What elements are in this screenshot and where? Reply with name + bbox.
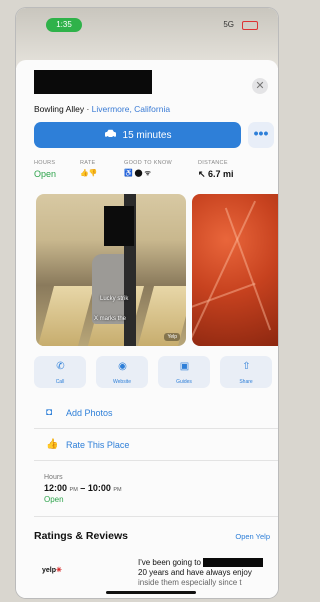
review-text-1: I've been going to	[138, 558, 201, 567]
call-button[interactable]: ✆ Call	[34, 356, 86, 388]
stat-good-to-know[interactable]: GOOD TO KNOW ♿ ⬤ ᯤ	[124, 160, 172, 178]
lane-graphic	[37, 286, 95, 346]
photo-bowling[interactable]: Lucky strik X marks the Yelp	[36, 194, 186, 346]
phone-screen: 1:35 5G ✕ Bowling Alley · Livermore, Cal…	[16, 8, 278, 598]
guides-label: Guides	[176, 379, 192, 385]
close-button[interactable]: ✕	[252, 78, 268, 94]
directions-label: 15 minutes	[122, 129, 172, 141]
texture-line	[224, 207, 272, 331]
share-button[interactable]: ⇧ Share	[220, 356, 272, 388]
stat-distance-value: ↖ 6.7 mi	[198, 169, 234, 179]
rate-place-row[interactable]: 👍 Rate This Place	[46, 439, 130, 451]
divider	[34, 516, 278, 517]
guides-button[interactable]: ▣ Guides	[158, 356, 210, 388]
open-time: 12:00	[44, 483, 68, 493]
redacted-review-name	[203, 558, 264, 568]
home-indicator	[106, 591, 196, 594]
directions-button[interactable]: 15 minutes	[34, 122, 241, 148]
add-photos-label: Add Photos	[66, 408, 113, 418]
review-snippet[interactable]: I've been going to 20 years and have alw…	[138, 558, 278, 588]
close-ampm: PM	[113, 487, 122, 493]
signal-indicator: 5G	[223, 20, 234, 29]
stat-good-to-know-label: GOOD TO KNOW	[124, 160, 173, 166]
redacted-face	[104, 206, 134, 246]
photo-caption-2: X marks the	[94, 316, 127, 322]
photo-second[interactable]	[192, 194, 278, 346]
rate-place-label: Rate This Place	[66, 440, 130, 450]
stat-hours[interactable]: HOURS Open	[34, 160, 56, 179]
stat-rate[interactable]: RATE 👍👎	[80, 160, 97, 177]
open-ampm: PM	[69, 487, 78, 493]
hours-section[interactable]: Hours 12:00 PM – 10:00 PM Open	[44, 474, 122, 504]
close-icon: ✕	[255, 80, 265, 92]
stat-hours-value: Open	[34, 169, 57, 179]
divider	[34, 428, 278, 429]
place-card: ✕ Bowling Alley · Livermore, California …	[16, 60, 278, 598]
close-time: 10:00	[87, 483, 111, 493]
photo-source-badge: Yelp	[164, 333, 180, 341]
map-background[interactable]	[16, 8, 278, 68]
reviews-heading: Ratings & Reviews	[34, 530, 128, 542]
more-button[interactable]: •••	[248, 122, 274, 148]
website-button[interactable]: ◉ Website	[96, 356, 148, 388]
hours-time: 12:00 PM – 10:00 PM	[44, 483, 122, 493]
share-label: Share	[239, 379, 253, 385]
hours-status: Open	[44, 495, 64, 504]
texture-line	[192, 282, 256, 316]
website-label: Website	[113, 379, 131, 385]
stat-distance[interactable]: DISTANCE ↖ 6.7 mi	[198, 160, 234, 180]
compass-icon: ◉	[118, 361, 127, 372]
subtitle-separator: ·	[84, 104, 92, 114]
yelp-burst-icon: ✳	[56, 567, 62, 574]
stats-row: HOURS Open RATE 👍👎 GOOD TO KNOW ♿ ⬤ ᯤ DI…	[34, 160, 274, 194]
share-icon: ⇧	[242, 361, 251, 372]
camera-icon: ◘	[46, 407, 53, 418]
review-line-1: I've been going to	[138, 558, 278, 568]
status-bar: 1:35 5G	[16, 18, 278, 34]
review-line-3: inside them especially since t	[138, 578, 242, 587]
car-icon	[104, 129, 117, 142]
hours-dash: –	[77, 483, 88, 493]
thumbs-icon: 👍👎	[80, 170, 98, 177]
thumbs-up-icon: 👍	[46, 439, 59, 450]
hours-label: Hours	[44, 474, 63, 481]
category-label: Bowling Alley	[34, 104, 85, 114]
photo-caption-1: Lucky strik	[100, 296, 129, 302]
yelp-wordmark: yelp	[42, 567, 57, 574]
guides-icon: ▣	[179, 361, 190, 372]
phone-icon: ✆	[56, 361, 65, 372]
open-yelp-link[interactable]: Open Yelp	[235, 532, 270, 541]
divider	[34, 460, 278, 461]
stat-rate-label: RATE	[80, 160, 96, 166]
stat-hours-label: HOURS	[34, 160, 56, 166]
yelp-logo: yelp✳	[42, 566, 62, 574]
review-line-2: 20 years and have always enjoy	[138, 568, 252, 577]
action-buttons: ✆ Call ◉ Website ▣ Guides ⇧ Share	[34, 356, 274, 390]
call-label: Call	[55, 379, 65, 385]
status-time: 1:35	[46, 18, 82, 32]
location-link[interactable]: Livermore, California	[92, 104, 170, 114]
place-subtitle: Bowling Alley · Livermore, California	[34, 104, 170, 114]
add-photos-row[interactable]: ◘ Add Photos	[46, 407, 113, 419]
amenities-icons: ♿ ⬤ ᯤ	[124, 170, 151, 177]
stat-distance-label: DISTANCE	[198, 160, 228, 166]
battery-icon	[242, 21, 258, 30]
redacted-place-name	[34, 70, 152, 94]
